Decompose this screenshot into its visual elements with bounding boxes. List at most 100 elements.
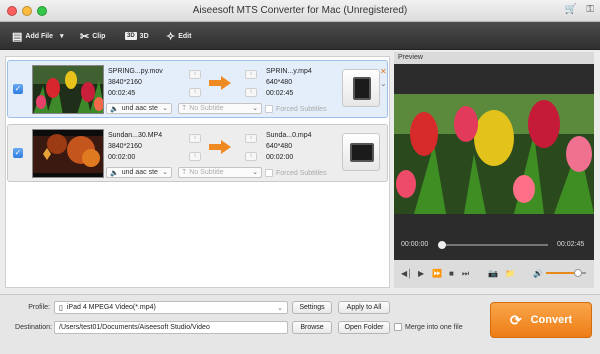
settings-button[interactable]: Settings: [292, 301, 332, 314]
source-duration: 00:02:45: [108, 90, 136, 97]
file-thumbnail[interactable]: [32, 65, 104, 114]
main-toolbar: ▤ Add File ▾ ✂ Clip 3D 3D ✧ Edit: [0, 22, 600, 50]
preview-video[interactable]: [394, 94, 594, 214]
add-file-icon: ▤: [12, 30, 23, 43]
convert-arrow-icon: [209, 76, 231, 90]
folder-icon[interactable]: 📁: [505, 269, 515, 278]
browse-button[interactable]: Browse: [292, 321, 332, 334]
info-icon[interactable]: i: [189, 70, 201, 79]
progress-handle[interactable]: [438, 241, 447, 249]
target-duration: 00:02:45: [266, 90, 294, 97]
file-item[interactable]: ✓ SPRING...py.mov 3840*2160 00:02:45 i i: [7, 60, 388, 118]
title-bar-icons: 🛒 ⚿: [565, 4, 594, 15]
info-icon[interactable]: i: [245, 134, 257, 143]
source-name: Sundan...30.MP4: [108, 132, 163, 139]
info-icon[interactable]: i: [245, 152, 257, 161]
volume-handle[interactable]: [574, 269, 582, 277]
chevron-down-icon: ⌄: [277, 304, 283, 312]
add-file-button[interactable]: ▤ Add File: [12, 28, 53, 44]
subtitle-dropdown[interactable]: T No Subtitle ⌄: [178, 167, 262, 178]
subtitle-dropdown[interactable]: T No Subtitle ⌄: [178, 103, 262, 114]
target-name: Sunda...0.mp4: [266, 132, 312, 139]
3d-icon: 3D: [125, 32, 137, 40]
info-icon[interactable]: i: [189, 88, 201, 97]
ipad-icon: [353, 77, 371, 100]
audio-track-dropdown[interactable]: 🔈 und aac ste ⌄: [106, 103, 172, 114]
app-window: Aiseesoft MTS Converter for Mac (Unregis…: [0, 0, 600, 354]
destination-input[interactable]: /Users/test01/Documents/Aiseesoft Studio…: [54, 321, 288, 334]
magic-wand-icon: ✧: [166, 30, 176, 43]
file-item[interactable]: ✓ Sundan...30.MP4 3840*2160 00:02:00 i i: [7, 124, 388, 182]
speaker-icon: 🔈: [110, 105, 119, 113]
preview-panel: Preview 00:00:00 00:02:45 ◀│ ▶ ⏩ ■ ⏭ 📷 📁…: [394, 52, 594, 288]
file-checkbox[interactable]: ✓: [13, 148, 23, 158]
key-icon[interactable]: ⚿: [586, 4, 594, 15]
stop-icon[interactable]: ■: [449, 269, 454, 278]
merge-label: Merge into one file: [405, 323, 463, 331]
progress-slider[interactable]: [438, 241, 548, 249]
3d-label: 3D: [139, 32, 149, 40]
file-list: ✓ SPRING...py.mov 3840*2160 00:02:45 i i: [5, 56, 390, 288]
output-format-button[interactable]: [342, 133, 380, 171]
info-icon[interactable]: i: [189, 134, 201, 143]
refresh-icon: ⟳: [509, 311, 522, 328]
add-file-dropdown[interactable]: ▾: [60, 28, 64, 44]
clip-button[interactable]: ✂ Clip: [80, 28, 105, 44]
audio-track-value: und aac ste: [121, 105, 158, 112]
convert-button[interactable]: ⟳ Convert: [490, 302, 592, 338]
skip-forward-icon[interactable]: ⏭: [462, 269, 469, 279]
play-icon[interactable]: ▶: [418, 269, 424, 278]
volume-icon[interactable]: 🔊: [533, 269, 543, 278]
edit-button[interactable]: ✧ Edit: [166, 28, 191, 44]
file-thumbnail[interactable]: [32, 129, 104, 178]
add-file-label: Add File: [25, 32, 54, 40]
source-resolution: 3840*2160: [108, 143, 142, 150]
audio-track-dropdown[interactable]: 🔈 und aac ste ⌄: [106, 167, 172, 178]
close-icon[interactable]: ✕: [380, 67, 387, 76]
3d-button[interactable]: 3D 3D: [125, 28, 149, 44]
cart-icon[interactable]: 🛒: [565, 4, 577, 15]
apply-to-all-button[interactable]: Apply to All: [338, 301, 390, 314]
file-checkbox[interactable]: ✓: [13, 84, 23, 94]
output-format-button[interactable]: [342, 69, 380, 107]
scissors-icon: ✂: [80, 30, 90, 43]
title-bar: Aiseesoft MTS Converter for Mac (Unregis…: [0, 0, 600, 22]
tulip-preview-icon: [394, 94, 594, 214]
volume-slider[interactable]: [546, 269, 586, 277]
edit-label: Edit: [178, 32, 192, 40]
speaker-icon: 🔈: [110, 169, 119, 177]
fast-forward-icon[interactable]: ⏩: [432, 269, 442, 278]
source-name: SPRING...py.mov: [108, 68, 163, 75]
forced-subtitles-checkbox[interactable]: Forced Subtitles: [265, 169, 327, 177]
autumn-thumbnail-icon: [33, 130, 103, 177]
forced-subtitles-label: Forced Subtitles: [276, 105, 327, 113]
chevron-down-icon: ⌄: [162, 169, 168, 176]
skip-back-icon[interactable]: ◀│: [401, 269, 412, 278]
checkbox-box: [265, 105, 273, 113]
info-icon[interactable]: i: [245, 88, 257, 97]
info-icon[interactable]: i: [245, 70, 257, 79]
subtitle-value: No Subtitle: [189, 105, 224, 112]
subtitle-icon: T: [182, 169, 187, 176]
convert-arrow-icon: [209, 140, 231, 154]
preview-label: Preview: [394, 52, 594, 64]
profile-value: iPad 4 MPEG4 Video(*.mp4): [66, 304, 156, 311]
audio-track-value: und aac ste: [121, 169, 158, 176]
tulip-thumbnail-icon: [33, 66, 103, 113]
open-folder-button[interactable]: Open Folder: [338, 321, 390, 334]
current-time: 00:00:00: [401, 241, 429, 248]
subtitle-icon: T: [182, 105, 187, 112]
merge-checkbox[interactable]: Merge into one file: [394, 323, 463, 331]
snapshot-icon[interactable]: 📷: [488, 269, 498, 278]
target-resolution: 640*480: [266, 143, 293, 150]
profile-dropdown[interactable]: ▯ iPad 4 MPEG4 Video(*.mp4) ⌄: [54, 301, 288, 314]
checkbox-box: [265, 169, 273, 177]
tablet-icon: ▯: [59, 304, 63, 312]
chevron-down-icon[interactable]: ⌄: [380, 79, 387, 88]
time-bar: 00:00:00 00:02:45: [394, 238, 594, 252]
playback-controls: ◀│ ▶ ⏩ ■ ⏭ 📷 📁 🔊: [394, 260, 594, 288]
forced-subtitles-checkbox[interactable]: Forced Subtitles: [265, 105, 327, 113]
total-time: 00:02:45: [557, 241, 585, 248]
info-icon[interactable]: i: [189, 152, 201, 161]
clip-label: Clip: [92, 32, 106, 40]
